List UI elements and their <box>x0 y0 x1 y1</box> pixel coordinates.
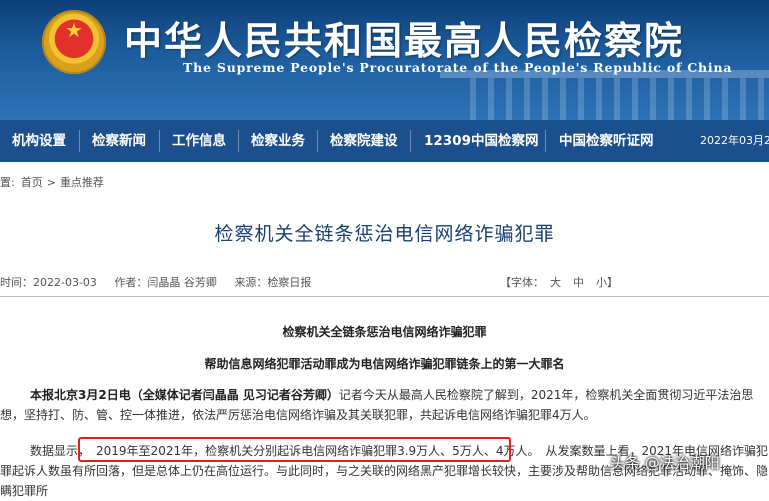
building-columns <box>470 78 769 120</box>
nav-item-org[interactable]: 机构设置 <box>12 120 66 162</box>
nav-item-work[interactable]: 工作信息 <box>172 120 226 162</box>
article-title-sub: 帮助信息网络犯罪活动罪成为电信网络诈骗犯罪链条上的第一大罪名 <box>204 357 565 371</box>
nav-divider <box>317 130 318 152</box>
site-subtitle: The Supreme People's Procuratorate of th… <box>183 60 733 75</box>
nav-divider <box>410 130 411 152</box>
nav-item-hearing[interactable]: 中国检察听证网 <box>559 120 654 162</box>
breadcrumb: 置: 首页 > 重点推荐 <box>0 174 104 190</box>
article-author: 作者：闫晶晶 谷芳卿 <box>114 276 217 289</box>
breadcrumb-separator: > <box>46 176 56 189</box>
nav-item-construction[interactable]: 检察院建设 <box>330 120 398 162</box>
article-title-main: 检察机关全链条惩治电信网络诈骗犯罪 <box>282 325 487 339</box>
article-meta: 时间：2022-03-03 作者：闫晶晶 谷芳卿 来源：检察日报 <box>0 274 325 290</box>
divider <box>0 296 769 297</box>
breadcrumb-prefix: 置: <box>0 176 15 189</box>
main-nav: 机构设置 检察新闻 工作信息 检察业务 检察院建设 12309中国检察网 中国检… <box>0 120 769 162</box>
breadcrumb-section[interactable]: 重点推荐 <box>60 176 104 189</box>
site-banner: 中华人民共和国最高人民检察院 The Supreme People's Proc… <box>0 0 769 120</box>
nav-divider <box>238 130 239 152</box>
article-headline: 检察机关全链条惩治电信网络诈骗犯罪 <box>214 223 555 245</box>
font-size-label: 【字体： <box>500 276 544 289</box>
font-size-switcher: 【字体： 大中小】 <box>500 274 624 290</box>
breadcrumb-home[interactable]: 首页 <box>21 176 43 189</box>
font-size-medium-link[interactable]: 中 <box>573 276 584 289</box>
nav-item-12309[interactable]: 12309中国检察网 <box>424 120 538 162</box>
article-source: 来源：检察日报 <box>234 276 312 289</box>
nav-item-news[interactable]: 检察新闻 <box>92 120 146 162</box>
site-title: 中华人民共和国最高人民检察院 <box>124 18 685 63</box>
nav-date: 2022年03月2 <box>700 134 769 147</box>
nav-divider <box>159 130 160 152</box>
national-emblem-icon <box>42 10 106 74</box>
nav-item-business[interactable]: 检察业务 <box>251 120 305 162</box>
watermark: 头条 @法治潮阳 <box>610 454 720 472</box>
font-size-large-link[interactable]: 大 <box>550 276 561 289</box>
highlight-box <box>78 437 511 462</box>
nav-divider <box>545 130 546 152</box>
nav-divider <box>79 130 80 152</box>
paragraph-lead-bold: 本报北京3月2日电（全媒体记者闫晶晶 见习记者谷芳卿） <box>30 388 339 402</box>
article-paragraph-1: 本报北京3月2日电（全媒体记者闫晶晶 见习记者谷芳卿）记者今天从最高人民检察院了… <box>0 385 769 425</box>
article-time: 时间：2022-03-03 <box>0 276 97 289</box>
font-size-small-link[interactable]: 小】 <box>596 276 618 289</box>
